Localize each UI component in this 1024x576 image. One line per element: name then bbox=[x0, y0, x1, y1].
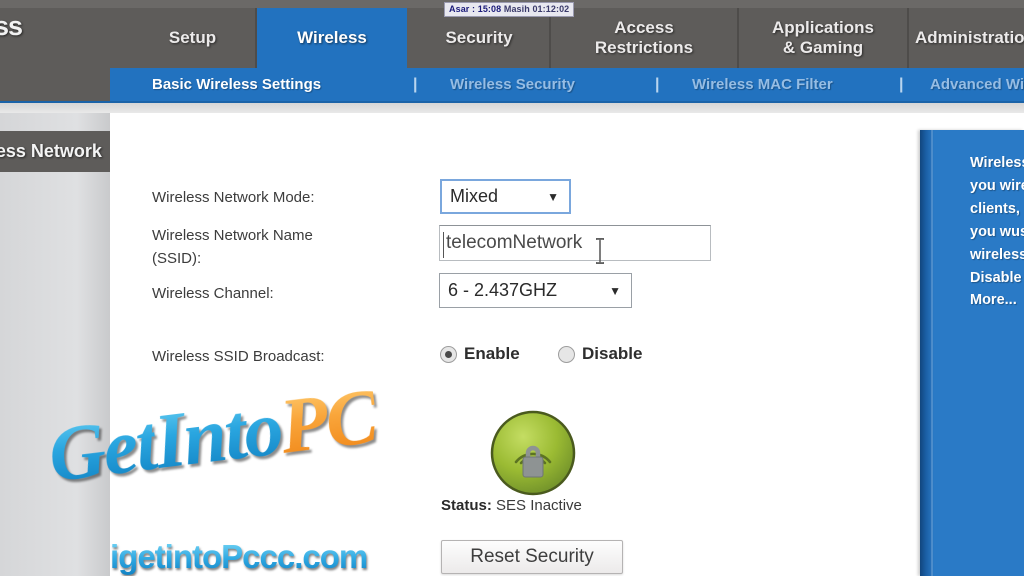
help-line: clients, in which case ensure bbox=[970, 200, 1024, 217]
tooltip-suffix: Masih 01:12:02 bbox=[503, 4, 570, 14]
label-wireless-channel: Wireless Channel: bbox=[152, 285, 274, 302]
nav-tab-apps-line2: & Gaming bbox=[782, 38, 864, 57]
subnav-separator: | bbox=[413, 76, 418, 93]
left-background-column bbox=[0, 113, 110, 576]
subnav-left-gap bbox=[0, 68, 110, 101]
label-wireless-network-mode: Wireless Network Mode: bbox=[152, 189, 315, 206]
radio-enable-indicator bbox=[440, 345, 457, 363]
help-line: you wireless network has both bbox=[970, 177, 1024, 194]
radio-ssid-broadcast-enable[interactable]: Enable bbox=[440, 344, 520, 364]
reset-security-button[interactable]: Reset Security bbox=[441, 540, 623, 574]
nav-tab-wireless-label: Wireless bbox=[297, 28, 367, 48]
ses-wireless-lock-icon[interactable] bbox=[490, 410, 576, 496]
brand-logo-fragment: ss bbox=[0, 11, 23, 41]
subnav-separator: | bbox=[655, 76, 660, 93]
help-panel-text: Wireless Network Mode: If you wireless n… bbox=[970, 152, 1024, 312]
nav-tab-administration[interactable]: Administration bbox=[909, 8, 1024, 68]
subnav-item-wireless-mac-filter[interactable]: Wireless MAC Filter bbox=[692, 68, 833, 101]
radio-enable-label: Enable bbox=[464, 344, 520, 363]
tooltip-prefix: Asar : 15:08 bbox=[449, 4, 502, 14]
sub-navigation-bar: Basic Wireless Settings | Wireless Secur… bbox=[110, 68, 1024, 101]
nav-tab-administration-label: Administration bbox=[915, 28, 1024, 48]
help-line: wireless network mode. bbox=[970, 246, 1024, 263]
select-wireless-channel-value: 6 - 2.437GHZ bbox=[448, 280, 558, 300]
subnav-item-advanced-wireless-settings[interactable]: Advanced Wireless Settings bbox=[930, 68, 1024, 101]
ses-status-prefix: Status: bbox=[441, 497, 492, 514]
reset-security-button-label: Reset Security bbox=[470, 546, 594, 567]
router-admin-screenshot: ss Setup Wireless Security Access Restri… bbox=[0, 0, 1024, 576]
select-wireless-network-mode-value: Mixed bbox=[450, 186, 499, 206]
subnav-item-wireless-security[interactable]: Wireless Security bbox=[450, 68, 575, 101]
chevron-down-icon: ▼ bbox=[547, 189, 559, 204]
label-ssid-line1: Wireless Network Name bbox=[152, 227, 313, 244]
mouse-text-cursor bbox=[594, 238, 606, 264]
nav-tab-setup[interactable]: Setup bbox=[130, 8, 255, 68]
help-line: you wust keep the default bbox=[970, 223, 1024, 240]
ses-status-value: SES Inactive bbox=[496, 497, 582, 514]
separator-band-accent bbox=[0, 101, 1024, 103]
nav-tab-wireless[interactable]: Wireless bbox=[257, 8, 407, 68]
select-wireless-channel[interactable]: 6 - 2.437GHZ ▼ bbox=[439, 273, 632, 308]
radio-disable-indicator bbox=[558, 345, 575, 363]
nav-tab-security[interactable]: Security bbox=[409, 8, 549, 68]
section-tab-wireless-network: Wireless Network bbox=[0, 131, 110, 172]
nav-tab-applications-gaming[interactable]: Applications & Gaming bbox=[739, 8, 907, 68]
text-caret bbox=[443, 232, 444, 258]
label-wireless-network-name: Wireless Network Name (SSID): bbox=[152, 224, 313, 271]
help-line: Disable the wireless bbox=[970, 269, 1024, 286]
input-wireless-network-ssid[interactable]: telecomNetwork bbox=[439, 225, 711, 261]
label-wireless-ssid-broadcast: Wireless SSID Broadcast: bbox=[152, 348, 325, 365]
radio-disable-label: Disable bbox=[582, 344, 643, 363]
ses-status-line: Status: SES Inactive bbox=[441, 497, 641, 514]
label-ssid-line2: (SSID): bbox=[152, 250, 202, 268]
nav-tab-access-line2: Restrictions bbox=[594, 38, 694, 57]
input-wireless-network-ssid-value: telecomNetwork bbox=[446, 232, 583, 253]
prayer-time-tooltip: Asar : 15:08 Masih 01:12:02 bbox=[444, 2, 575, 17]
help-line: Wireless Network Mode: If bbox=[970, 155, 1024, 171]
nav-tab-apps-line1: Applications bbox=[771, 18, 874, 38]
help-panel-edge bbox=[931, 130, 933, 576]
radio-ssid-broadcast-disable[interactable]: Disable bbox=[558, 344, 642, 364]
nav-tab-access-restrictions[interactable]: Access Restrictions bbox=[551, 8, 737, 68]
subnav-separator: | bbox=[899, 76, 904, 93]
help-link-more[interactable]: More... bbox=[970, 289, 1024, 312]
nav-tab-security-label: Security bbox=[445, 28, 513, 48]
select-wireless-network-mode[interactable]: Mixed ▼ bbox=[440, 179, 571, 214]
subnav-item-basic-wireless-settings[interactable]: Basic Wireless Settings bbox=[152, 68, 321, 101]
nav-tab-access-line1: Access bbox=[614, 18, 674, 38]
help-side-panel: Wireless Network Mode: If you wireless n… bbox=[920, 130, 1024, 576]
nav-tab-setup-label: Setup bbox=[168, 28, 217, 48]
chevron-down-icon: ▼ bbox=[609, 283, 621, 298]
section-tab-label: Wireless Network bbox=[0, 141, 102, 161]
